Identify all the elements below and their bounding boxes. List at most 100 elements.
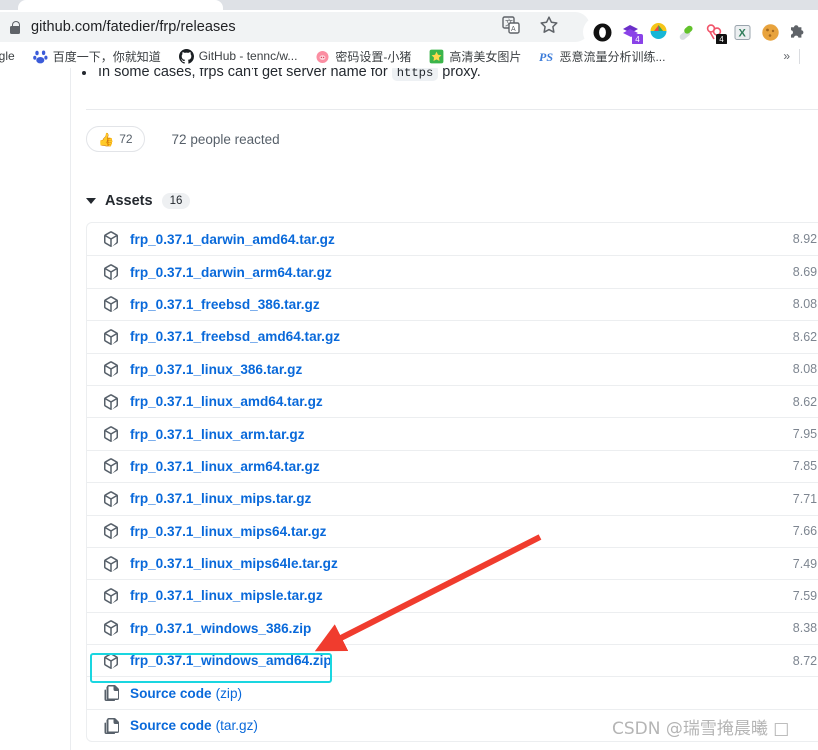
bookmark-label: 恶意流量分析训练... (559, 49, 666, 64)
bookmark-star-icon[interactable] (538, 14, 560, 36)
csdn-watermark: CSDN @瑞雪掩晨曦 □ (612, 719, 790, 739)
asset-name[interactable]: frp_0.37.1_linux_mips64le.tar.gz (130, 556, 338, 571)
release-note-suffix: proxy. (438, 68, 481, 80)
bookmark-item-github[interactable]: GitHub - tennc/w... (178, 48, 298, 64)
bookmark-item-hd-images[interactable]: 高清美女图片 (429, 48, 521, 65)
extensions-toolbar: 4 4 X (583, 17, 818, 47)
asset-name[interactable]: frp_0.37.1_windows_amd64.zip (130, 653, 332, 668)
page-gutter-divider (70, 68, 71, 750)
asset-row[interactable]: frp_0.37.1_darwin_arm64.tar.gz 8.69 M (87, 255, 818, 287)
release-note-code: https (391, 68, 439, 81)
baidu-favicon (32, 49, 48, 64)
asset-name[interactable]: frp_0.37.1_linux_386.tar.gz (130, 362, 302, 377)
assets-section-header[interactable]: Assets 16 (86, 193, 191, 209)
extension-purple-layers-icon[interactable]: 4 (621, 23, 643, 45)
asset-row-highlighted[interactable]: frp_0.37.1_windows_amd64.zip 8.72 M (87, 644, 818, 676)
asset-row[interactable]: frp_0.37.1_linux_arm.tar.gz 7.95 M (87, 417, 818, 449)
bookmarks-overflow-button[interactable]: » (783, 49, 790, 63)
asset-name[interactable]: frp_0.37.1_darwin_amd64.tar.gz (130, 232, 335, 247)
extension-puzzle-icon[interactable] (789, 23, 808, 42)
extension-badge: 4 (716, 33, 727, 45)
source-code-row[interactable]: Source code (zip) (87, 676, 818, 708)
reaction-thumbsup-button[interactable]: 👍 72 (86, 126, 145, 152)
bookmark-label: 密码设置-小猪 (335, 49, 412, 64)
asset-row[interactable]: frp_0.37.1_linux_mips64.tar.gz 7.66 M (87, 514, 818, 547)
asset-size: 7.49 M (792, 556, 818, 571)
release-note-prefix: In some cases, frps can't get server nam… (98, 68, 392, 80)
extension-cookie-icon[interactable] (761, 23, 780, 42)
asset-name[interactable]: frp_0.37.1_linux_mips64.tar.gz (130, 524, 326, 539)
bookmark-label: 高清美女图片 (449, 49, 522, 64)
asset-size: 8.08 M (792, 362, 818, 377)
extension-colorful-bowl-icon[interactable] (649, 22, 668, 42)
pig-favicon (315, 49, 330, 64)
asset-row[interactable]: frp_0.37.1_linux_amd64.tar.gz 8.62 M (87, 384, 818, 417)
assets-list: frp_0.37.1_darwin_amd64.tar.gz 8.92 M fr… (86, 222, 818, 743)
bookmark-label: ogle (0, 49, 15, 63)
asset-size: 7.85 M (792, 459, 818, 474)
package-icon (103, 620, 119, 637)
bookmark-item-traffic-analysis[interactable]: PS 恶意流量分析训练... (539, 48, 665, 65)
asset-name[interactable]: frp_0.37.1_freebsd_386.tar.gz (130, 297, 320, 312)
asset-row[interactable]: frp_0.37.1_freebsd_386.tar.gz 8.08 M (87, 287, 818, 320)
svg-text:PS: PS (539, 50, 553, 64)
asset-row[interactable]: frp_0.37.1_linux_386.tar.gz 8.08 M (87, 352, 818, 385)
browser-tab-active[interactable] (18, 0, 223, 10)
asset-row[interactable]: frp_0.37.1_linux_mips.tar.gz 7.71 M (87, 482, 818, 514)
browser-tab-3[interactable] (540, 2, 800, 10)
release-note-text: In some cases, frps can't get server nam… (98, 68, 481, 81)
asset-name[interactable]: frp_0.37.1_linux_amd64.tar.gz (130, 394, 323, 409)
package-icon (103, 588, 119, 604)
asset-name[interactable]: frp_0.37.1_linux_mipsle.tar.gz (130, 588, 323, 603)
asset-size: 7.95 M (792, 427, 818, 442)
package-icon (103, 426, 119, 442)
asset-size: 8.38 M (792, 621, 818, 636)
extension-excel-icon[interactable]: X (733, 23, 752, 42)
asset-size: 8.69 M (792, 265, 818, 280)
asset-name[interactable]: frp_0.37.1_darwin_arm64.tar.gz (130, 265, 332, 280)
translate-icon[interactable]: 文 A (500, 14, 522, 36)
asset-row[interactable]: frp_0.37.1_freebsd_amd64.tar.gz 8.62 M (87, 320, 818, 352)
address-bar-url: github.com/fatedier/frp/releases (31, 19, 236, 35)
extension-red-chain-icon[interactable]: 4 (705, 23, 727, 45)
package-icon (103, 264, 119, 281)
chevron-down-icon[interactable] (86, 198, 96, 204)
reactions-row: 👍 72 72 people reacted (86, 126, 280, 152)
thumbs-up-icon: 👍 (98, 131, 115, 147)
omnibox-row: github.com/fatedier/frp/releases 文 A (0, 10, 818, 47)
bookmark-item-password-settings[interactable]: 密码设置-小猪 (315, 48, 411, 65)
svg-text:A: A (511, 26, 516, 33)
asset-row[interactable]: frp_0.37.1_linux_arm64.tar.gz 7.85 M (87, 449, 818, 482)
asset-size: 8.08 M (792, 297, 818, 312)
asset-name[interactable]: frp_0.37.1_linux_arm.tar.gz (130, 427, 305, 442)
asset-name[interactable]: frp_0.37.1_linux_arm64.tar.gz (130, 459, 320, 474)
source-code-label: Source code (130, 685, 212, 701)
extension-opera-ring-icon[interactable] (593, 23, 612, 42)
bookmark-item-google[interactable]: ogle (0, 49, 15, 63)
file-code-icon (103, 717, 119, 734)
extension-green-pill-icon[interactable] (677, 23, 696, 42)
reaction-summary: 72 people reacted (171, 131, 280, 147)
package-icon (103, 296, 119, 313)
package-icon (103, 329, 119, 345)
assets-label: Assets (105, 193, 153, 209)
green-star-favicon (429, 49, 444, 64)
asset-name[interactable]: frp_0.37.1_freebsd_amd64.tar.gz (130, 329, 340, 344)
asset-name[interactable]: frp_0.37.1_linux_mips.tar.gz (130, 491, 311, 506)
ps-favicon: PS (539, 49, 554, 64)
bookmarks-bar: ogle 百度一下，你就知道 GitHub - tennc/w... (0, 44, 818, 69)
source-code-label: Source code (130, 718, 212, 734)
browser-tab-2[interactable] (232, 2, 532, 10)
asset-row[interactable]: frp_0.37.1_windows_386.zip 8.38 M (87, 611, 818, 644)
release-note-bullet (82, 71, 86, 75)
svg-text:X: X (739, 27, 747, 39)
asset-row[interactable]: frp_0.37.1_darwin_amd64.tar.gz 8.92 M (87, 223, 818, 255)
bookmark-item-baidu[interactable]: 百度一下，你就知道 (32, 48, 161, 65)
reaction-count: 72 (119, 132, 133, 146)
asset-row[interactable]: frp_0.37.1_linux_mipsle.tar.gz 7.59 M (87, 579, 818, 611)
asset-name[interactable]: frp_0.37.1_windows_386.zip (130, 621, 311, 636)
asset-row[interactable]: frp_0.37.1_linux_mips64le.tar.gz 7.49 M (87, 546, 818, 579)
browser-chrome: github.com/fatedier/frp/releases 文 A (0, 0, 818, 69)
bookmark-label: 百度一下，你就知道 (52, 49, 161, 64)
bookmark-label: GitHub - tennc/w... (198, 49, 298, 63)
